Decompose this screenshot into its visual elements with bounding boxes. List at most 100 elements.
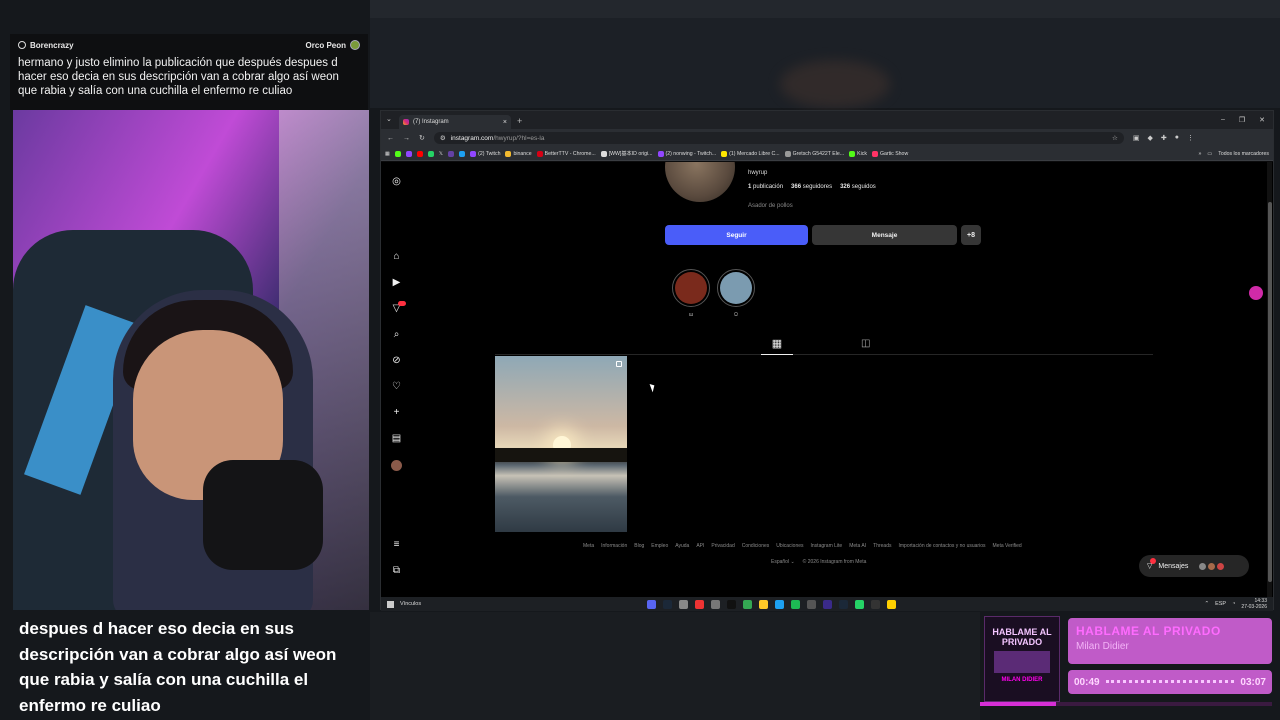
explore-icon[interactable]: ⊘ [391,355,402,366]
bookmark-item[interactable]: (2) nonwing - Twitch... [657,150,716,157]
heart-icon[interactable]: ♡ [391,381,402,392]
bookmark-item[interactable] [448,150,455,157]
post-thumbnail[interactable] [495,356,627,532]
bookmark-item[interactable]: (2) Twitch [470,150,500,157]
menu-icon[interactable]: ⋮ [1187,134,1194,142]
input-language[interactable]: ESP [1215,601,1226,607]
taskbar-app-icon[interactable] [871,600,880,609]
taskbar-app-icon[interactable] [791,600,800,609]
bookmark-item[interactable]: (1) Mercado Libre C... [721,150,780,157]
close-icon[interactable]: × [503,119,507,126]
taskbar-app-icon[interactable] [663,600,672,609]
bookmark-item[interactable]: BetterTTV - Chrome... [536,150,596,157]
footer-link[interactable]: Empleo [651,543,668,549]
follow-button[interactable]: Seguir [665,225,808,245]
scrollbar-thumb[interactable] [1268,202,1272,582]
apps-icon[interactable]: ▦ [385,151,390,157]
taskbar-app-icon[interactable] [743,600,752,609]
taskbar-app-icon[interactable] [823,600,832,609]
language-selector[interactable]: Español ⌄ [771,559,795,565]
tagged-tab-icon[interactable]: ◫ [861,338,870,349]
url-input[interactable]: ⚙ instagram.com/hwyrup/?hl=es-la ☆ [433,132,1124,144]
footer-link[interactable]: Información [601,543,627,549]
bookmark-item[interactable]: Kick [849,150,867,157]
puzzle-icon[interactable]: ✚ [1161,134,1167,142]
suggest-user-button[interactable]: +8 [961,225,981,245]
followers-count[interactable]: 366 seguidores [791,184,832,190]
reload-icon[interactable]: ↻ [419,134,425,142]
bookmark-item[interactable] [394,150,401,157]
taskbar-app-icon[interactable] [839,600,848,609]
chevron-up-icon[interactable]: ⌃ [1204,601,1209,607]
taskbar-app-icon[interactable] [647,600,656,609]
bookmark-item[interactable] [459,150,466,157]
taskbar-app-icon[interactable] [727,600,736,609]
bookmark-item[interactable]: 𝕏 [439,151,443,157]
window-close-icon[interactable]: ✕ [1259,116,1265,124]
back-icon[interactable]: ← [387,135,394,142]
footer-link[interactable]: Condiciones [742,543,770,549]
footer-link[interactable]: Meta AI [849,543,866,549]
taskbar-app-icon[interactable] [679,600,688,609]
bookmark-item[interactable]: Gretsch G5422T Ele... [784,150,844,157]
footer-link[interactable]: Blog [634,543,644,549]
taskbar-app-icon[interactable] [855,600,864,609]
bookmark-item[interactable] [405,150,412,157]
create-icon[interactable]: + [391,407,402,418]
messages-button[interactable]: ▽ Mensajes [1139,555,1249,577]
message-button[interactable]: Mensaje [812,225,957,245]
minimize-icon[interactable]: – [1221,116,1225,124]
search-icon[interactable]: ⌕ [391,329,402,340]
following-count[interactable]: 326 seguidos [840,184,876,190]
forward-icon[interactable]: → [403,135,410,142]
footer-link[interactable]: Meta Verified [993,543,1022,549]
menu-icon[interactable]: ≡ [391,539,402,550]
tab-search-icon[interactable]: ⌄ [386,115,392,123]
dashboard-icon[interactable]: ▤ [391,433,402,444]
song-artist: Milan Didier [1076,641,1129,652]
new-tab-button[interactable]: + [517,116,522,126]
footer-link[interactable]: Importación de contactos y no usuarios [899,543,986,549]
bookmark-item[interactable] [416,150,423,157]
posts-count[interactable]: 1 publicación [748,184,783,190]
taskbar-app-icon[interactable] [759,600,768,609]
site-info-icon[interactable]: ⚙ [440,134,446,142]
story-highlight[interactable] [672,269,710,307]
instagram-logo-icon[interactable]: ◎ [391,176,402,187]
home-icon[interactable]: ⌂ [391,251,402,262]
bookmark-item[interactable]: [WW]基本ID origi... [600,150,653,157]
extension-float-icon[interactable] [1249,286,1263,300]
wifi-icon[interactable]: ◔ [1232,601,1235,607]
clock[interactable]: 14:33 27-03-2026 [1241,598,1267,610]
posts-grid-tab[interactable]: ▦ [761,337,793,355]
all-bookmarks[interactable]: » ▭ Todos los marcadores [1198,151,1269,157]
footer-link[interactable]: Meta [583,543,594,549]
footer-link[interactable]: Threads [873,543,891,549]
taskbar-app-icon[interactable] [807,600,816,609]
taskbar-app-icon[interactable] [695,600,704,609]
footer-link[interactable]: Ayuda [675,543,689,549]
footer-link[interactable]: Privacidad [711,543,734,549]
taskbar-app-icon[interactable] [887,600,896,609]
bookmark-item[interactable] [427,150,434,157]
footer-link[interactable]: Instagram Lite [811,543,843,549]
bookmark-item[interactable]: Gartic Show [871,150,908,157]
profile-picture[interactable] [665,162,735,202]
bookmark-star-icon[interactable]: ☆ [1112,134,1118,142]
story-highlight[interactable] [717,269,755,307]
windows-start-icon[interactable] [387,600,394,608]
taskbar-links-label[interactable]: Vínculos [400,601,421,607]
taskbar-app-icon[interactable] [775,600,784,609]
reels-icon[interactable]: ▶ [391,277,402,288]
profile-icon[interactable]: ● [1175,134,1179,142]
bookmark-item[interactable]: binance [505,150,532,157]
taskbar-app-icon[interactable] [711,600,720,609]
meta-apps-icon[interactable]: ⧉ [391,565,402,576]
extension-icon[interactable]: ▣ [1133,134,1140,142]
footer-link[interactable]: Ubicaciones [776,543,803,549]
tab-instagram[interactable]: (7) Instagram × [399,115,511,129]
extension-icon[interactable]: ◆ [1148,134,1153,142]
maximize-icon[interactable]: ❐ [1239,116,1245,124]
footer-link[interactable]: API [696,543,704,549]
profile-avatar[interactable] [391,460,402,471]
